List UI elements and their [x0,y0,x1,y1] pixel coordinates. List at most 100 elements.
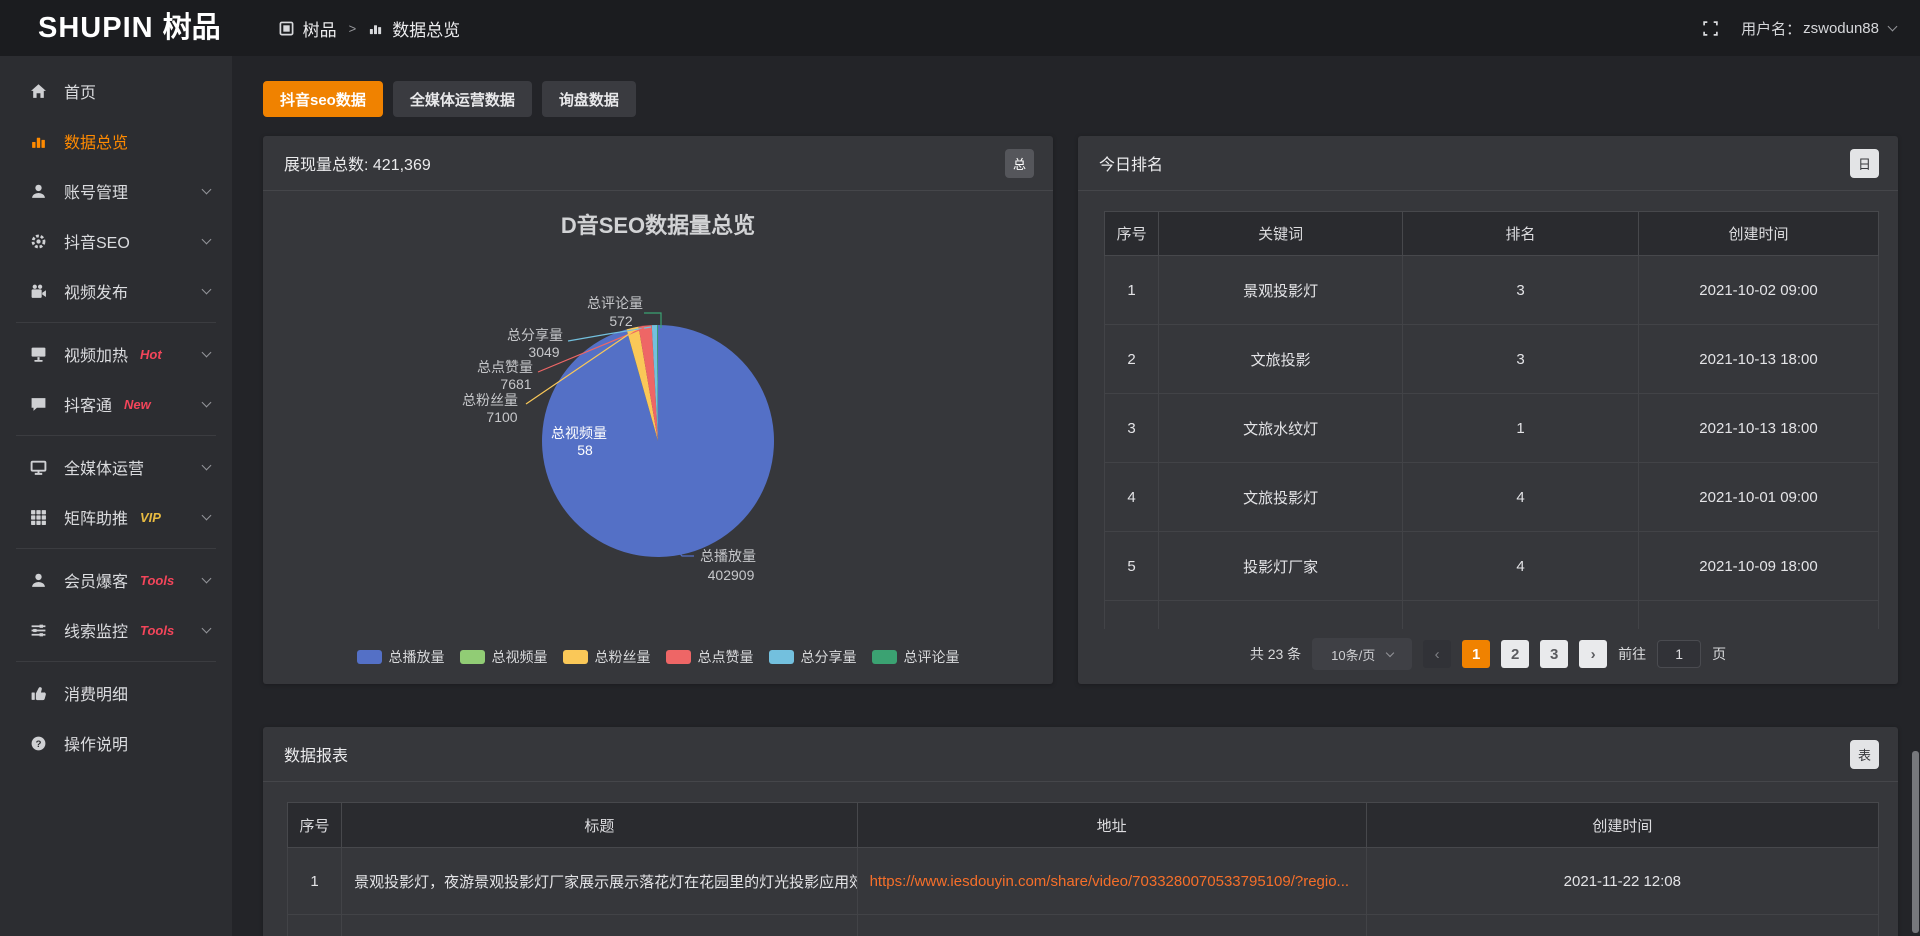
top-header: SHUPIN 树品 树品 > 数据总览 用户名： zswodun88 [0,0,1920,56]
sidebar-item-3[interactable]: 抖音SEO [0,216,232,266]
sidebar-item-label: 全媒体运营 [64,455,144,479]
sidebar-item-11[interactable]: 消费明细 [0,668,232,718]
page-size-select[interactable]: 10条/页 [1312,638,1412,670]
scrollbar-thumb[interactable] [1912,751,1919,933]
table-header-row: 序号标题地址创建时间 [288,803,1879,848]
sidebar-item-6[interactable]: 抖客通 New [0,379,232,429]
chevron-down-icon [202,574,212,584]
sidebar-divider [16,661,216,662]
overview-panel: 展现量总数: 421,369 总 D音SEO数据量总览 [263,136,1053,684]
legend-swatch [769,650,794,664]
grid-icon [30,509,50,526]
cell: 3 [1402,325,1638,394]
goto-page-input[interactable] [1657,640,1701,668]
legend-item-0[interactable]: 总播放量 [357,647,445,667]
sidebar-item-0[interactable]: 首页 [0,66,232,116]
sidebar-item-label: 首页 [64,79,96,103]
page-button-3[interactable]: 3 [1540,640,1568,668]
svg-text:572: 572 [609,313,633,329]
daily-badge-button[interactable]: 日 [1850,149,1879,178]
cell [1366,915,1878,936]
table-row-clipped [288,915,1879,936]
cell: 2021-10-02 09:00 [1639,256,1879,325]
overview-panel-title: 展现量总数: 421,369 [284,151,431,175]
svg-text:总点赞量: 总点赞量 [477,359,533,375]
sidebar-item-label: 抖客通 [64,392,112,416]
main-content: 抖音seo数据全媒体运营数据询盘数据 展现量总数: 421,369 总 D音SE… [232,56,1920,936]
legend-swatch [357,650,382,664]
svg-text:7100: 7100 [486,409,517,425]
sidebar-item-8[interactable]: 矩阵助推VIP [0,492,232,542]
cell: 4 [1402,532,1638,601]
page-size-value: 10条/页 [1331,645,1375,664]
report-panel-header: 数据报表 表 [263,727,1898,782]
chevron-down-icon [202,285,212,295]
tab-2[interactable]: 询盘数据 [542,81,636,117]
sidebar-item-badge: New [124,397,151,412]
sidebar-item-5[interactable]: 视频加热Hot [0,329,232,379]
sidebar-item-label: 消费明细 [64,681,128,705]
fullscreen-icon[interactable] [1702,20,1719,37]
sidebar-item-label: 视频加热 [64,342,128,366]
tab-1[interactable]: 全媒体运营数据 [393,81,532,117]
sidebar-item-10[interactable]: 线索监控Tools [0,605,232,655]
chart-title: D音SEO数据量总览 [561,213,755,238]
total-view-badge-button[interactable]: 总 [1005,149,1034,178]
cell [288,915,342,936]
legend-item-5[interactable]: 总评论量 [872,647,960,667]
sidebar-item-2[interactable]: 账号管理 [0,166,232,216]
pie-slice-0[interactable] [542,325,774,557]
svg-text:58: 58 [577,442,593,458]
legend-item-4[interactable]: 总分享量 [769,647,857,667]
column-header: 关键词 [1159,212,1403,256]
tab-0[interactable]: 抖音seo数据 [263,81,383,117]
breadcrumb-current[interactable]: 数据总览 [392,16,460,41]
page-scrollbar[interactable] [1911,56,1919,936]
prev-page-button[interactable]: ‹ [1423,640,1451,668]
legend-item-1[interactable]: 总视频量 [460,647,548,667]
report-link[interactable]: https://www.iesdouyin.com/share/video/70… [870,873,1350,890]
legend-swatch [872,650,897,664]
svg-text:总粉丝量: 总粉丝量 [462,392,518,408]
cell-url: https://www.iesdouyin.com/share/video/70… [857,848,1366,915]
legend-item-2[interactable]: 总粉丝量 [563,647,651,667]
header-right: 用户名： zswodun88 [1702,18,1920,39]
help-icon: ? [30,735,50,752]
report-table: 序号标题地址创建时间1景观投影灯，夜游景观投影灯厂家展示展示落花灯在花园里的灯光… [287,802,1879,936]
column-header: 创建时间 [1639,212,1879,256]
breadcrumb-root[interactable]: 树品 [303,16,337,41]
username-value: zswodun88 [1803,20,1879,37]
legend-label: 总粉丝量 [595,647,651,667]
sidebar-item-label: 会员爆客 [64,568,128,592]
chart-legend: 总播放量总视频量 总粉丝量总点赞量总分享量总评论量 [263,647,1053,667]
cell-time: 2021-11-22 12:08 [1366,848,1878,915]
cell [342,915,857,936]
user-menu[interactable]: 用户名： zswodun88 [1741,18,1896,39]
user-icon [30,183,50,200]
cell: 3 [1402,256,1638,325]
impressions-value: 421,369 [373,157,431,174]
chevron-down-icon [202,235,212,245]
sidebar-item-4[interactable]: 视频发布 [0,266,232,316]
cell-no: 1 [288,848,342,915]
seo-pie-chart: D音SEO数据量总览 总评论量 572 总分享量 3049 总 [263,191,1053,643]
bar-chart-icon [368,21,383,36]
legend-item-3[interactable]: 总点赞量 [666,647,754,667]
sidebar-item-1[interactable]: 数据总览 [0,116,232,166]
table-row: 3文旅水纹灯12021-10-13 18:00 [1105,394,1879,463]
page-button-2[interactable]: 2 [1501,640,1529,668]
table-header-row: 序号关键词排名创建时间 [1105,212,1879,256]
chart-body: D音SEO数据量总览 总评论量 572 总分享量 3049 总 [263,191,1053,683]
svg-text:?: ? [36,738,42,749]
sidebar-item-12[interactable]: ?操作说明 [0,718,232,768]
sidebar-item-9[interactable]: 会员爆客Tools [0,555,232,605]
next-page-button[interactable]: › [1579,640,1607,668]
sidebar-item-label: 抖音SEO [64,229,130,253]
report-panel-title: 数据报表 [284,742,348,766]
page-button-1[interactable]: 1 [1462,640,1490,668]
logo-text-cn: 树品 [163,14,221,43]
sidebar-item-label: 矩阵助推 [64,505,128,529]
table-badge-button[interactable]: 表 [1850,740,1879,769]
ranking-panel-title: 今日排名 [1099,151,1163,175]
sidebar-item-7[interactable]: 全媒体运营 [0,442,232,492]
